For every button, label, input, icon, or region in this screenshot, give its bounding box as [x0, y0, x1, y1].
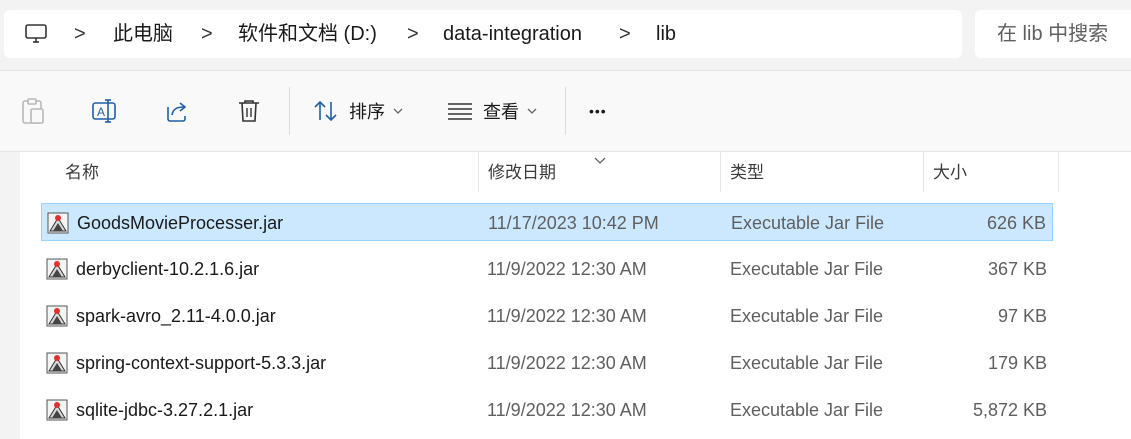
breadcrumb-this-pc[interactable]: 此电脑	[113, 10, 173, 58]
file-row[interactable]: spark-avro_2.11-4.0.0.jar 11/9/2022 12:30…	[41, 297, 1053, 335]
column-header-size[interactable]: 大小	[933, 152, 967, 194]
search-placeholder[interactable]: 在 lib 中搜索	[997, 10, 1108, 58]
share-icon	[164, 98, 190, 124]
view-icon	[447, 101, 473, 121]
paste-button[interactable]	[20, 71, 46, 151]
breadcrumb-separator[interactable]: >	[74, 10, 86, 58]
file-type: Executable Jar File	[731, 213, 885, 233]
file-name: spring-context-support-5.3.3.jar	[76, 353, 327, 373]
svg-text:A: A	[97, 105, 105, 119]
sort-label: 排序	[349, 102, 385, 122]
toolbar-divider	[565, 87, 566, 135]
file-type: Executable Jar File	[730, 353, 884, 373]
breadcrumb-lib[interactable]: lib	[656, 10, 676, 58]
file-name: sqlite-jdbc-3.27.2.1.jar	[76, 400, 254, 420]
column-divider[interactable]	[478, 152, 479, 192]
address-bar[interactable]: > 此电脑 > 软件和文档 (D:) > data-integration > …	[4, 10, 962, 58]
jar-file-icon	[46, 399, 68, 421]
sort-button[interactable]: 排序	[313, 71, 403, 151]
jar-file-icon	[46, 352, 68, 374]
file-name: spark-avro_2.11-4.0.0.jar	[76, 306, 276, 326]
breadcrumb-separator[interactable]: >	[619, 10, 631, 58]
column-divider[interactable]	[1058, 152, 1059, 192]
delete-button[interactable]	[237, 71, 261, 151]
column-header-date[interactable]: 修改日期	[488, 152, 556, 194]
search-box[interactable]: 在 lib 中搜索	[975, 10, 1131, 58]
file-type: Executable Jar File	[730, 259, 884, 279]
more-options-button[interactable]: •••	[589, 71, 607, 151]
share-button[interactable]	[164, 71, 190, 151]
file-list: 名称 修改日期 类型 大小 GoodsMovieProcesser.jar 11/…	[20, 152, 1131, 439]
breadcrumb-drive-d[interactable]: 软件和文档 (D:)	[238, 10, 377, 58]
file-name: GoodsMovieProcesser.jar	[77, 213, 284, 233]
this-pc-icon[interactable]	[24, 23, 48, 50]
rename-icon: A	[91, 98, 119, 124]
file-row[interactable]: spring-context-support-5.3.3.jar 11/9/202…	[41, 344, 1053, 382]
toolbar-divider	[289, 87, 290, 135]
column-divider[interactable]	[720, 152, 721, 192]
file-size: 179 KB	[987, 353, 1047, 373]
file-date-modified: 11/9/2022 12:30 AM	[487, 400, 647, 420]
view-label: 查看	[483, 102, 519, 122]
breadcrumb-separator[interactable]: >	[201, 10, 213, 58]
delete-icon	[237, 98, 261, 124]
command-bar: A 排序 查看 •••	[0, 70, 1131, 152]
sort-icon	[313, 99, 339, 123]
rename-button[interactable]: A	[91, 71, 119, 151]
column-divider[interactable]	[923, 152, 924, 192]
file-row[interactable]: derbyclient-10.2.1.6.jar 11/9/2022 12:30 …	[41, 250, 1053, 288]
file-size: 5,872 KB	[972, 400, 1047, 420]
view-button[interactable]: 查看	[447, 71, 537, 151]
column-header-type[interactable]: 类型	[730, 152, 764, 194]
file-date-modified: 11/9/2022 12:30 AM	[487, 306, 647, 326]
file-date-modified: 11/9/2022 12:30 AM	[487, 353, 647, 373]
file-type: Executable Jar File	[730, 400, 884, 420]
file-size: 367 KB	[987, 259, 1047, 279]
file-name: derbyclient-10.2.1.6.jar	[76, 259, 260, 279]
chevron-down-icon	[393, 108, 403, 115]
file-date-modified: 11/9/2022 12:30 AM	[487, 259, 647, 279]
more-icon: •••	[589, 103, 607, 119]
file-date-modified: 11/17/2023 10:42 PM	[488, 213, 659, 233]
sort-indicator-icon	[594, 152, 606, 170]
file-row[interactable]: GoodsMovieProcesser.jar 11/17/2023 10:42 …	[41, 203, 1053, 241]
file-type: Executable Jar File	[730, 306, 884, 326]
paste-icon	[20, 97, 46, 125]
file-size: 97 KB	[997, 306, 1047, 326]
file-row[interactable]: sqlite-jdbc-3.27.2.1.jar 11/9/2022 12:30 …	[41, 391, 1053, 429]
jar-file-icon	[46, 305, 68, 327]
chevron-down-icon	[527, 108, 537, 115]
column-header-name[interactable]: 名称	[65, 152, 99, 194]
file-size: 626 KB	[986, 213, 1046, 233]
breadcrumb-separator[interactable]: >	[407, 10, 419, 58]
breadcrumb-data-integration[interactable]: data-integration	[443, 10, 582, 58]
jar-file-icon	[46, 258, 68, 280]
jar-file-icon	[47, 212, 69, 234]
